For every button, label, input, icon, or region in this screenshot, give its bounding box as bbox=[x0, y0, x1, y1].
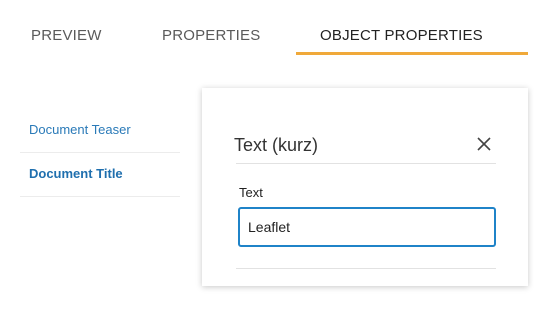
tab-bar: PREVIEW PROPERTIES OBJECT PROPERTIES bbox=[0, 0, 534, 56]
sidebar-divider bbox=[20, 196, 180, 197]
panel-divider bbox=[236, 163, 496, 164]
tab-preview[interactable]: PREVIEW bbox=[31, 27, 102, 44]
text-field-label: Text bbox=[239, 185, 263, 200]
tab-properties[interactable]: PROPERTIES bbox=[162, 27, 260, 44]
sidebar-divider bbox=[20, 152, 180, 153]
tab-object-properties[interactable]: OBJECT PROPERTIES bbox=[320, 27, 483, 44]
close-button[interactable] bbox=[472, 132, 496, 156]
panel-divider bbox=[236, 268, 496, 269]
active-tab-indicator bbox=[296, 52, 528, 55]
panel-title: Text (kurz) bbox=[234, 135, 319, 155]
text-input[interactable] bbox=[238, 207, 496, 247]
sidebar-item-document-teaser[interactable]: Document Teaser bbox=[20, 122, 131, 137]
sidebar-item-document-title[interactable]: Document Title bbox=[20, 166, 123, 181]
close-icon bbox=[477, 137, 491, 151]
object-properties-panel: Text (kurz) Text bbox=[202, 88, 528, 286]
